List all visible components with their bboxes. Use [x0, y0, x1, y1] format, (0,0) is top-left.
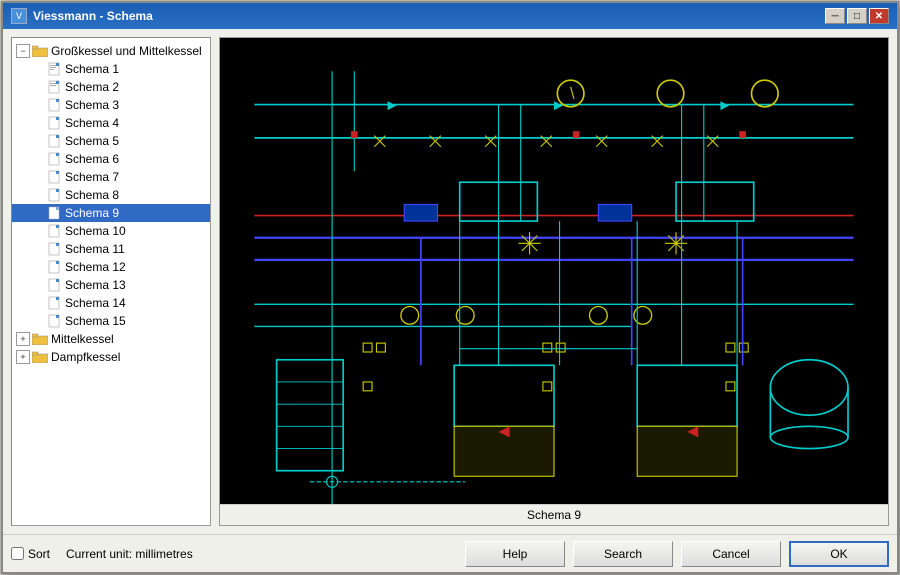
- schema10-label: Schema 10: [65, 224, 126, 238]
- doc-icon-schema12: [48, 260, 62, 274]
- schema-diagram: [220, 38, 888, 504]
- schema1-label: Schema 1: [65, 62, 119, 76]
- schema6-label: Schema 6: [65, 152, 119, 166]
- spacer11: [32, 242, 46, 256]
- tree-item-schema9[interactable]: Schema 9: [12, 204, 210, 222]
- doc-icon-schema6: [48, 152, 62, 166]
- tree-item-schema12[interactable]: Schema 12: [12, 258, 210, 276]
- sort-checkbox[interactable]: [11, 547, 24, 560]
- spacer7: [32, 170, 46, 184]
- schema4-label: Schema 4: [65, 116, 119, 130]
- folder-label-mittelkessel: Mittelkessel: [51, 332, 114, 346]
- expander-dampfkessel[interactable]: +: [16, 350, 30, 364]
- tree-folder-dampfkessel[interactable]: + Dampfkessel: [12, 348, 210, 366]
- doc-icon-schema13: [48, 278, 62, 292]
- window-title: Viessmann - Schema: [33, 9, 153, 23]
- tree-item-schema11[interactable]: Schema 11: [12, 240, 210, 258]
- expander-grosskessel[interactable]: −: [16, 44, 30, 58]
- content-area: − Großkessel und Mittelkessel: [3, 29, 897, 534]
- folder-icon-dampfkessel: [32, 351, 48, 363]
- doc-icon-schema14: [48, 296, 62, 310]
- main-window: V Viessmann - Schema ─ □ ✕ − Großkessel …: [1, 1, 899, 574]
- tree-container: − Großkessel und Mittelkessel: [12, 38, 210, 370]
- search-button[interactable]: Search: [573, 541, 673, 567]
- tree-item-schema2[interactable]: Schema 2: [12, 78, 210, 96]
- doc-icon-schema2: [48, 80, 62, 94]
- doc-icon-schema7: [48, 170, 62, 184]
- expander-mittelkessel[interactable]: +: [16, 332, 30, 346]
- schema-canvas: [220, 38, 888, 504]
- maximize-button[interactable]: □: [847, 8, 867, 24]
- tree-item-schema1[interactable]: Schema 1: [12, 60, 210, 78]
- doc-icon-schema4: [48, 116, 62, 130]
- tree-folder-mittelkessel[interactable]: + Mittelkessel: [12, 330, 210, 348]
- minimize-button[interactable]: ─: [825, 8, 845, 24]
- window-controls: ─ □ ✕: [825, 8, 889, 24]
- schema2-label: Schema 2: [65, 80, 119, 94]
- schema7-label: Schema 7: [65, 170, 119, 184]
- spacer1: [32, 62, 46, 76]
- folder-icon-grosskessel: [32, 45, 48, 57]
- tree-item-schema15[interactable]: Schema 15: [12, 312, 210, 330]
- folder-label-grosskessel: Großkessel und Mittelkessel: [51, 44, 202, 58]
- schema11-label: Schema 11: [65, 242, 125, 256]
- help-button[interactable]: Help: [465, 541, 565, 567]
- spacer4: [32, 116, 46, 130]
- schema3-label: Schema 3: [65, 98, 119, 112]
- spacer8: [32, 188, 46, 202]
- sort-label: Sort: [28, 547, 50, 561]
- doc-icon-schema10: [48, 224, 62, 238]
- doc-icon-schema8: [48, 188, 62, 202]
- tree-item-schema6[interactable]: Schema 6: [12, 150, 210, 168]
- title-bar-left: V Viessmann - Schema: [11, 8, 153, 24]
- schema9-label: Schema 9: [65, 206, 119, 220]
- doc-icon-schema1: [48, 62, 62, 76]
- cancel-button[interactable]: Cancel: [681, 541, 781, 567]
- schema13-label: Schema 13: [65, 278, 126, 292]
- spacer10: [32, 224, 46, 238]
- spacer13: [32, 278, 46, 292]
- folder-label-dampfkessel: Dampfkessel: [51, 350, 120, 364]
- doc-icon-schema3: [48, 98, 62, 112]
- title-bar: V Viessmann - Schema ─ □ ✕: [3, 3, 897, 29]
- spacer2: [32, 80, 46, 94]
- schema8-label: Schema 8: [65, 188, 119, 202]
- tree-item-schema10[interactable]: Schema 10: [12, 222, 210, 240]
- ok-button[interactable]: OK: [789, 541, 889, 567]
- schema-panel: Schema 9: [219, 37, 889, 526]
- spacer15: [32, 314, 46, 328]
- tree-item-schema13[interactable]: Schema 13: [12, 276, 210, 294]
- tree-item-schema4[interactable]: Schema 4: [12, 114, 210, 132]
- doc-icon-schema9: [48, 206, 62, 220]
- tree-folder-grosskessel[interactable]: − Großkessel und Mittelkessel: [12, 42, 210, 60]
- bottom-bar: Sort Current unit: millimetres Help Sear…: [3, 534, 897, 572]
- schema15-label: Schema 15: [65, 314, 126, 328]
- app-icon: V: [11, 8, 27, 24]
- close-button[interactable]: ✕: [869, 8, 889, 24]
- spacer6: [32, 152, 46, 166]
- doc-icon-schema11: [48, 242, 62, 256]
- tree-item-schema5[interactable]: Schema 5: [12, 132, 210, 150]
- schema12-label: Schema 12: [65, 260, 126, 274]
- tree-item-schema3[interactable]: Schema 3: [12, 96, 210, 114]
- unit-label: Current unit: millimetres: [66, 547, 193, 561]
- schema-caption: Schema 9: [220, 504, 888, 525]
- sort-area: Sort Current unit: millimetres: [11, 547, 461, 561]
- doc-icon-schema15: [48, 314, 62, 328]
- spacer3: [32, 98, 46, 112]
- button-group: Help Search Cancel OK: [465, 541, 889, 567]
- spacer14: [32, 296, 46, 310]
- tree-item-schema8[interactable]: Schema 8: [12, 186, 210, 204]
- doc-icon-schema5: [48, 134, 62, 148]
- folder-icon-mittelkessel: [32, 333, 48, 345]
- spacer9: [32, 206, 46, 220]
- tree-panel: − Großkessel und Mittelkessel: [11, 37, 211, 526]
- tree-item-schema14[interactable]: Schema 14: [12, 294, 210, 312]
- schema5-label: Schema 5: [65, 134, 119, 148]
- tree-item-schema7[interactable]: Schema 7: [12, 168, 210, 186]
- schema14-label: Schema 14: [65, 296, 126, 310]
- spacer5: [32, 134, 46, 148]
- spacer12: [32, 260, 46, 274]
